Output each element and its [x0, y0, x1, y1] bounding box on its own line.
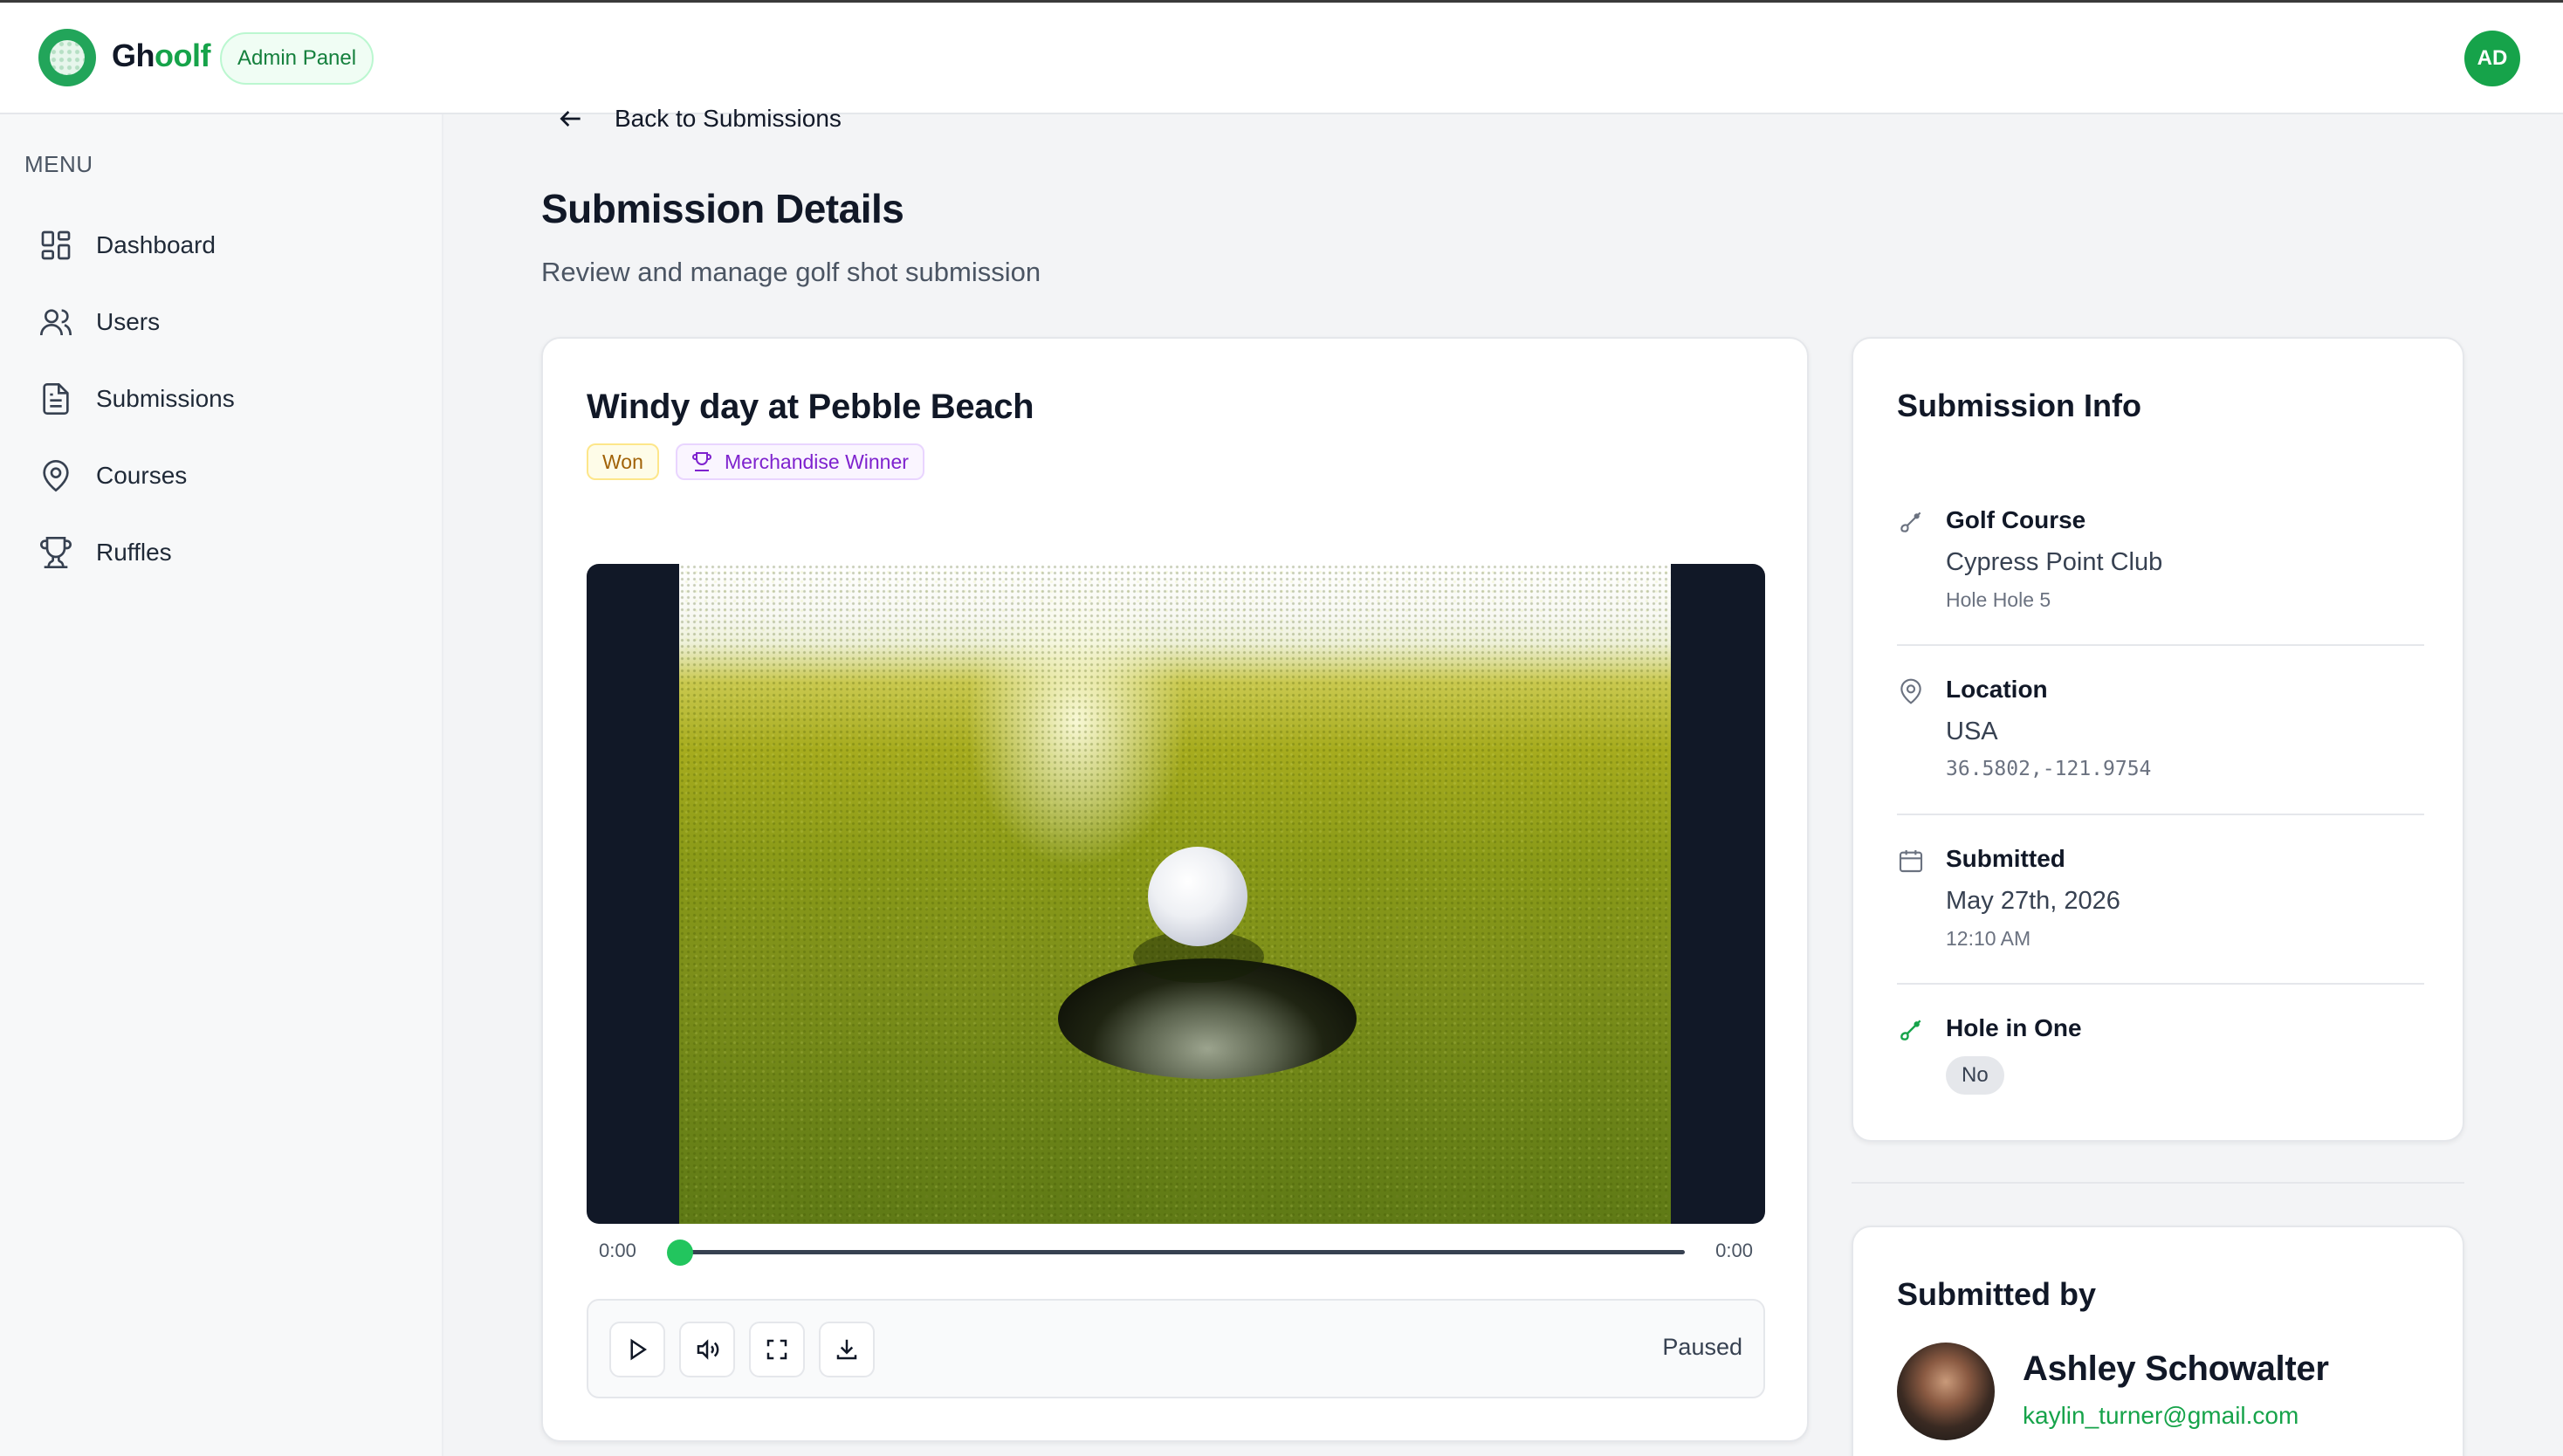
fullscreen-icon	[766, 1339, 787, 1360]
sidebar-item-dashboard[interactable]: Dashboard	[38, 219, 216, 271]
hole-in-one-label: Hole in One	[1946, 1014, 2082, 1041]
sidebar-item-label: Courses	[96, 462, 188, 489]
location-value: USA	[1946, 718, 1998, 745]
download-icon	[836, 1339, 857, 1360]
volume-button[interactable]	[679, 1322, 735, 1377]
location-coordinates: 36.5802,-121.9754	[1946, 758, 2152, 780]
user-avatar[interactable]: AD	[2464, 31, 2520, 86]
section-divider	[1852, 1182, 2464, 1184]
avatar[interactable]	[1897, 1343, 1995, 1440]
map-pin-icon	[43, 460, 69, 492]
golf-club-icon	[1900, 512, 1921, 532]
sidebar-item-submissions[interactable]: Submissions	[38, 373, 235, 425]
admin-panel-badge: Admin Panel	[220, 32, 374, 85]
sidebar-item-users[interactable]: Users	[38, 296, 160, 348]
playback-status: Paused	[1662, 1334, 1742, 1360]
golf-course-section: Golf Course Cypress Point Club Hole Hole…	[1897, 506, 2424, 628]
video-timeline: 0:00 0:00	[587, 1236, 1765, 1267]
back-link-label: Back to Submissions	[615, 105, 842, 132]
location-section: Location USA 36.5802,-121.9754	[1897, 676, 2424, 798]
arrow-left-icon	[560, 111, 581, 127]
hole-in-one-badge: No	[1946, 1056, 2004, 1095]
submitted-by-card: Submitted by Ashley Schowalter kaylin_tu…	[1852, 1226, 2464, 1456]
sidebar-item-label: Ruffles	[96, 539, 172, 566]
submitted-section: Submitted May 27th, 2026 12:10 AM	[1897, 845, 2424, 967]
golf-ball-logo-icon[interactable]	[38, 29, 96, 86]
current-time: 0:00	[599, 1240, 636, 1261]
page-title: Submission Details	[541, 186, 904, 231]
users-icon	[40, 309, 72, 336]
submitter-name: Ashley Schowalter	[2023, 1350, 2329, 1388]
map-pin-icon	[1900, 678, 1921, 704]
duration-time: 0:00	[1715, 1240, 1753, 1261]
golf-club-icon	[1900, 1020, 1921, 1040]
page-subtitle: Review and manage golf shot submission	[541, 257, 1041, 287]
video-controls: Paused	[587, 1299, 1765, 1398]
sidebar-item-ruffles[interactable]: Ruffles	[38, 526, 172, 579]
video-player[interactable]	[587, 564, 1765, 1224]
sidebar-item-label: Submissions	[96, 385, 235, 412]
hole-in-one-section: Hole in One No	[1897, 1014, 2424, 1110]
prize-badge: Merchandise Winner	[676, 443, 924, 480]
location-label: Location	[1946, 676, 2048, 703]
sidebar-item-label: Users	[96, 308, 161, 335]
sidebar-item-label: Dashboard	[96, 231, 216, 258]
divider	[1897, 983, 2424, 985]
dashboard-grid-icon	[41, 230, 71, 260]
trophy-icon	[692, 452, 711, 471]
prize-badge-label: Merchandise Winner	[725, 450, 909, 473]
golf-course-value: Cypress Point Club	[1946, 548, 2163, 576]
volume-icon	[697, 1339, 719, 1360]
fullscreen-button[interactable]	[749, 1322, 805, 1377]
play-button[interactable]	[609, 1322, 665, 1377]
submission-info-title: Submission Info	[1897, 388, 2142, 423]
submitted-label: Submitted	[1946, 845, 2065, 872]
divider	[1897, 644, 2424, 646]
top-header: Ghoolf Admin Panel AD	[0, 3, 2563, 114]
document-icon	[43, 383, 69, 415]
golf-course-label: Golf Course	[1946, 506, 2086, 533]
divider	[1897, 814, 2424, 815]
seek-thumb[interactable]	[667, 1240, 693, 1266]
golf-course-hole: Hole Hole 5	[1946, 588, 2051, 611]
trophy-icon	[40, 537, 72, 568]
video-frame[interactable]	[679, 564, 1671, 1224]
menu-label: MENU	[24, 151, 93, 177]
submitted-date: May 27th, 2026	[1946, 887, 2120, 915]
golf-ball-image	[1148, 847, 1247, 946]
submission-title: Windy day at Pebble Beach	[587, 388, 1034, 426]
back-to-submissions-link[interactable]: Back to Submissions	[557, 105, 842, 133]
submitter-email[interactable]: kaylin_turner@gmail.com	[2023, 1402, 2298, 1430]
submitted-by-title: Submitted by	[1897, 1276, 2097, 1312]
status-badge: Won	[587, 443, 659, 480]
seek-bar[interactable]	[677, 1250, 1685, 1254]
submission-info-card: Submission Info Golf Course Cypress Poin…	[1852, 337, 2464, 1142]
sidebar-item-courses[interactable]: Courses	[38, 450, 187, 502]
brand-name[interactable]: Ghoolf	[112, 38, 210, 74]
submission-card: Windy day at Pebble Beach Won Merchandis…	[541, 337, 1809, 1442]
sidebar: MENU Dashboard Users Submissions Courses…	[0, 114, 443, 1456]
submitted-time: 12:10 AM	[1946, 927, 2031, 950]
download-button[interactable]	[819, 1322, 875, 1377]
calendar-icon	[1899, 850, 1923, 873]
play-icon	[630, 1338, 648, 1361]
